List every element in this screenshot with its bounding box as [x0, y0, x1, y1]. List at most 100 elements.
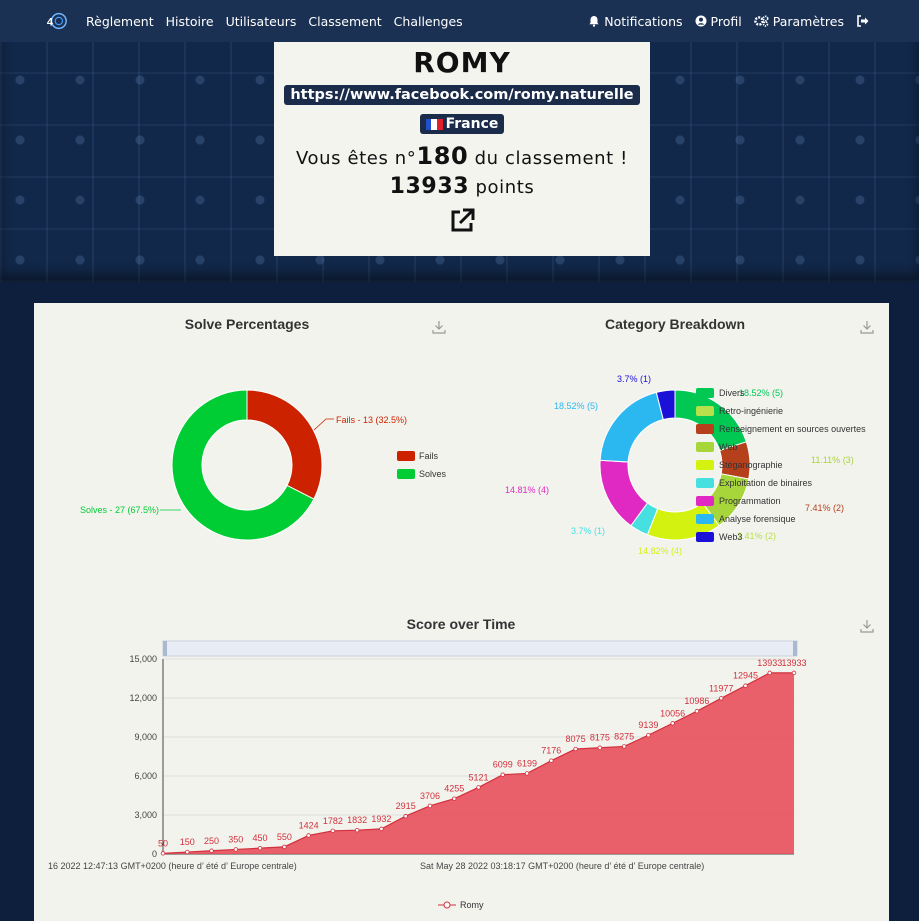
- download-score-chart-button[interactable]: [860, 620, 874, 633]
- stats-panel: Solve Percentages Fails - 13 (32.5%) Solve…: [34, 303, 889, 921]
- score-point-label: 4255: [444, 784, 464, 794]
- nav-challenges[interactable]: Challenges: [394, 14, 463, 29]
- score-point[interactable]: [160, 851, 166, 856]
- legend-swatch-category-0[interactable]: [696, 388, 714, 398]
- ytick-label-3: 9,000: [134, 732, 157, 742]
- score-point-label: 10056: [660, 708, 685, 718]
- legend-swatch-category-7[interactable]: [696, 514, 714, 524]
- legend-swatch-category-3[interactable]: [696, 442, 714, 452]
- score-point[interactable]: [185, 849, 190, 855]
- score-point[interactable]: [500, 772, 505, 777]
- user-name: ROMY: [413, 46, 511, 79]
- points-suffix: points: [469, 177, 535, 198]
- score-point[interactable]: [330, 828, 336, 834]
- score-point-label: 1932: [371, 814, 391, 824]
- score-point[interactable]: [670, 721, 675, 726]
- download-category-chart-button[interactable]: [860, 321, 874, 334]
- user-website-link[interactable]: https://www.facebook.com/romy.naturelle: [284, 85, 640, 105]
- zoom-slider-track[interactable]: [162, 640, 798, 657]
- nav-classement[interactable]: Classement: [308, 14, 381, 29]
- nav-reglement[interactable]: Règlement: [86, 14, 154, 29]
- legend-label-category-2: Renseignement en sources ouvertes: [719, 424, 866, 434]
- score-point[interactable]: [379, 826, 384, 832]
- nav-utilisateurs[interactable]: Utilisateurs: [226, 14, 297, 29]
- logout-button[interactable]: [856, 15, 873, 27]
- score-point[interactable]: [282, 844, 287, 850]
- score-point-label: 150: [180, 837, 195, 847]
- score-point-label: 6199: [517, 758, 537, 768]
- chart-title-solve: Solve Percentages: [185, 316, 310, 332]
- chart-title-category: Category Breakdown: [605, 316, 745, 332]
- score-point[interactable]: [694, 708, 700, 714]
- nav-settings-label: Paramètres: [772, 13, 844, 29]
- ytick-label-4: 12,000: [129, 693, 157, 703]
- slice-label-line-fails: [313, 418, 334, 431]
- legend-swatch-category-2[interactable]: [696, 424, 714, 434]
- score-point-label: 3706: [420, 791, 440, 801]
- profile-card: ROMY https://www.facebook.com/romy.natur…: [274, 42, 650, 256]
- score-point-label: 250: [204, 836, 219, 846]
- score-point[interactable]: [476, 785, 481, 790]
- ytick-label-0: 0: [152, 849, 157, 859]
- slice-label-category-4: 3.7% (1): [571, 526, 605, 536]
- site-logo[interactable]: 4: [46, 10, 68, 32]
- nav-settings[interactable]: Paramètres: [753, 13, 844, 29]
- score-point[interactable]: [403, 813, 408, 819]
- score-point[interactable]: [257, 845, 263, 851]
- score-point-label: 8275: [614, 731, 634, 741]
- score-point-label: 50: [158, 838, 168, 848]
- charts-canvas: Solve Percentages Fails - 13 (32.5%) Solve…: [48, 316, 874, 910]
- slice-category-7[interactable]: [599, 391, 664, 463]
- score-point[interactable]: [791, 670, 797, 676]
- legend-swatch-category-4[interactable]: [696, 460, 714, 470]
- legend-swatch-solves[interactable]: [397, 469, 415, 479]
- score-point[interactable]: [597, 745, 603, 750]
- score-point-label: 550: [277, 832, 292, 842]
- score-point[interactable]: [452, 796, 457, 801]
- legend-swatch-category-5[interactable]: [696, 478, 714, 488]
- nav-profile[interactable]: Profil: [695, 14, 742, 29]
- rank-suffix: du classement !: [468, 148, 628, 169]
- country-name: France: [445, 116, 499, 132]
- points-line: 13933 points: [274, 174, 650, 199]
- legend-swatch-category-1[interactable]: [696, 406, 714, 416]
- score-point[interactable]: [621, 744, 627, 749]
- score-point[interactable]: [306, 833, 311, 838]
- score-point[interactable]: [549, 758, 554, 763]
- nav-histoire[interactable]: Histoire: [166, 14, 214, 29]
- slice-label-category-7: 3.7% (1): [617, 374, 651, 384]
- score-point-label: 450: [253, 833, 268, 843]
- ytick-label-1: 3,000: [134, 810, 157, 820]
- score-point[interactable]: [573, 746, 578, 752]
- score-point-label: 9139: [638, 720, 658, 730]
- legend-swatch-category-8[interactable]: [696, 532, 714, 542]
- score-point-label: 1782: [323, 816, 343, 826]
- score-point-label: 2915: [396, 801, 416, 811]
- score-point[interactable]: [646, 732, 651, 738]
- rank-line: Vous êtes n°180 du classement !: [274, 142, 650, 170]
- download-solve-chart-button[interactable]: [432, 321, 446, 334]
- score-point[interactable]: [209, 848, 214, 853]
- slice-fails[interactable]: [246, 389, 323, 500]
- nav-notifications[interactable]: Notifications: [588, 14, 683, 29]
- score-point-label: 350: [228, 834, 243, 844]
- open-external-button[interactable]: [274, 208, 650, 234]
- legend-swatch-fails[interactable]: [397, 451, 415, 461]
- score-point[interactable]: [354, 827, 360, 833]
- top-navbar: 4 Règlement Histoire Utilisateurs Classe…: [0, 0, 919, 42]
- legend-label-category-4: Stéganographie: [719, 460, 783, 470]
- score-point[interactable]: [524, 771, 530, 776]
- rank-prefix: Vous êtes n°: [296, 148, 417, 169]
- zoom-slider-handle-right[interactable]: [793, 641, 797, 656]
- score-point-label: 11977: [709, 683, 733, 693]
- zoom-slider-handle-left[interactable]: [163, 641, 167, 656]
- score-point[interactable]: [743, 683, 748, 688]
- score-point[interactable]: [718, 696, 724, 701]
- slice-label-category-6: 18.52% (5): [554, 401, 598, 411]
- score-point[interactable]: [427, 803, 433, 809]
- score-point-label: 12945: [733, 671, 758, 681]
- bell-icon: [589, 16, 599, 27]
- legend-swatch-category-6[interactable]: [696, 496, 714, 506]
- score-point[interactable]: [233, 847, 239, 852]
- score-point[interactable]: [767, 670, 772, 676]
